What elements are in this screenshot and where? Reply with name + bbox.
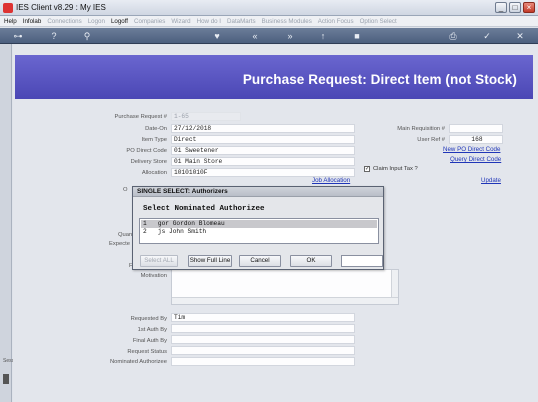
back-icon[interactable]: « [250,31,260,41]
document-icon[interactable] [3,374,9,384]
purchase-request-label: Purchase Request # [114,114,167,120]
request-status-label: Request Status [127,349,167,355]
help-icon[interactable]: ? [49,31,59,41]
job-allocation-link[interactable]: Job Allocation [312,177,350,184]
print-icon[interactable]: ⎙ [448,31,458,41]
close-icon[interactable]: ✕ [515,31,525,41]
menu-datamarts[interactable]: DataMarts [227,18,256,25]
date-on-label: Date-On [145,126,167,132]
final-auth-field[interactable] [171,335,355,344]
dialog-title: SINGLE SELECT: Authorizers [137,188,228,195]
menu-infolab[interactable]: Infolab [23,18,42,25]
list-item[interactable]: 2 js John Smith [141,228,377,236]
claim-input-tax-checkbox[interactable]: ✓ [364,166,370,172]
check-icon[interactable]: ✓ [482,31,492,41]
po-direct-code-field[interactable]: 01 Sweetener [171,146,355,155]
key-icon[interactable]: ⊶ [8,31,28,41]
stop-icon[interactable]: ■ [352,31,362,41]
refresh-icon[interactable] [216,31,226,41]
menu-business-modules[interactable]: Business Modules [262,18,312,25]
new-po-direct-code-link[interactable]: New PO Direct Code [443,146,500,153]
authorizer-list[interactable]: 1 gor Gordon Blomeau 2 js John Smith [139,218,379,244]
menu-how-do-i[interactable]: How do I [197,18,221,25]
menu-help[interactable]: Help [4,18,17,25]
menu-companies[interactable]: Companies [134,18,165,25]
menu-logon[interactable]: Logon [88,18,105,25]
page-title: Purchase Request: Direct Item (not Stock… [242,72,517,87]
dialog-titlebar: SINGLE SELECT: Authorizers [133,187,383,197]
claim-input-tax-label: Claim Input Tax ? [373,166,418,172]
date-on-field[interactable]: 27/12/2018 [171,124,355,133]
motivation-label: Motivation [140,273,167,279]
cancel-button[interactable]: Cancel [239,255,281,267]
menu-wizard[interactable]: Wizard [171,18,190,25]
obscured-label-quan: Quan [118,232,133,238]
requested-by-field[interactable]: Tim [171,313,355,322]
minimize-button[interactable]: _ [495,2,507,13]
final-auth-label: Final Auth By [132,338,167,344]
purchase-request-field: 1-65 [171,112,241,121]
delivery-store-field[interactable]: 01 Main Store [171,157,355,166]
search-icon[interactable]: ⚲ [82,31,92,41]
menu-logoff[interactable]: Logoff [111,18,128,25]
allocation-field[interactable]: 10101010F [171,168,355,177]
allocation-label: Allocation [141,170,167,176]
query-direct-code-link[interactable]: Query Direct Code [450,156,501,163]
first-auth-field[interactable] [171,324,355,333]
user-ref-field[interactable]: 168 [449,135,503,144]
motivation-textarea[interactable] [171,269,399,305]
page-header: Purchase Request: Direct Item (not Stock… [15,55,533,99]
main-requisition-field[interactable] [449,124,503,133]
obscured-label-o: O [123,187,128,193]
authorizer-select-dialog: SINGLE SELECT: Authorizers Select Nomina… [132,186,384,270]
user-ref-label: User Ref # [417,137,445,143]
nominated-authorizee-label: Nominated Authorizee [109,359,167,365]
request-status-field[interactable] [171,346,355,355]
close-window-button[interactable]: × [523,2,535,13]
show-full-line-button[interactable]: Show Full Line [188,255,232,267]
dialog-input[interactable] [341,255,383,267]
forward-icon[interactable]: » [285,31,295,41]
update-link[interactable]: Update [481,177,501,184]
menu-connections[interactable]: Connections [47,18,81,25]
list-item[interactable]: 1 gor Gordon Blomeau [141,220,377,228]
motivation-horizontal-scrollbar[interactable] [172,297,398,304]
first-auth-label: 1st Auth By [137,327,167,333]
item-type-label: Item Type [141,137,167,143]
upload-icon[interactable]: ↑ [318,31,328,41]
menu-action-focus[interactable]: Action Focus [318,18,354,25]
app-icon [3,3,13,13]
delivery-store-label: Delivery Store [130,159,167,165]
menu-bar: Help Infolab Connections Logon Logoff Co… [0,16,538,27]
window-titlebar: IES Client v8.29 : My IES _ □ × [0,0,538,16]
requested-by-label: Requested By [130,316,167,322]
menu-option-select[interactable]: Option Select [360,18,397,25]
main-requisition-label: Main Requisition # [397,126,445,132]
obscured-label-expecte: Expecte [109,241,130,247]
dialog-heading: Select Nominated Authorizee [143,205,265,213]
window-title: IES Client v8.29 : My IES [16,3,106,12]
maximize-button[interactable]: □ [509,2,521,13]
left-session-strip: Sess [0,44,14,402]
select-all-button[interactable]: Select ALL [140,255,178,267]
po-direct-code-label: PO Direct Code [126,148,167,154]
item-type-field[interactable]: Direct [171,135,355,144]
ok-button[interactable]: OK [290,255,332,267]
nominated-authorizee-field[interactable] [171,357,355,366]
toolbar: ⊶ ? ⚲ ♥ « » ↑ ■ ⎙ ✓ ✕ [0,28,538,44]
